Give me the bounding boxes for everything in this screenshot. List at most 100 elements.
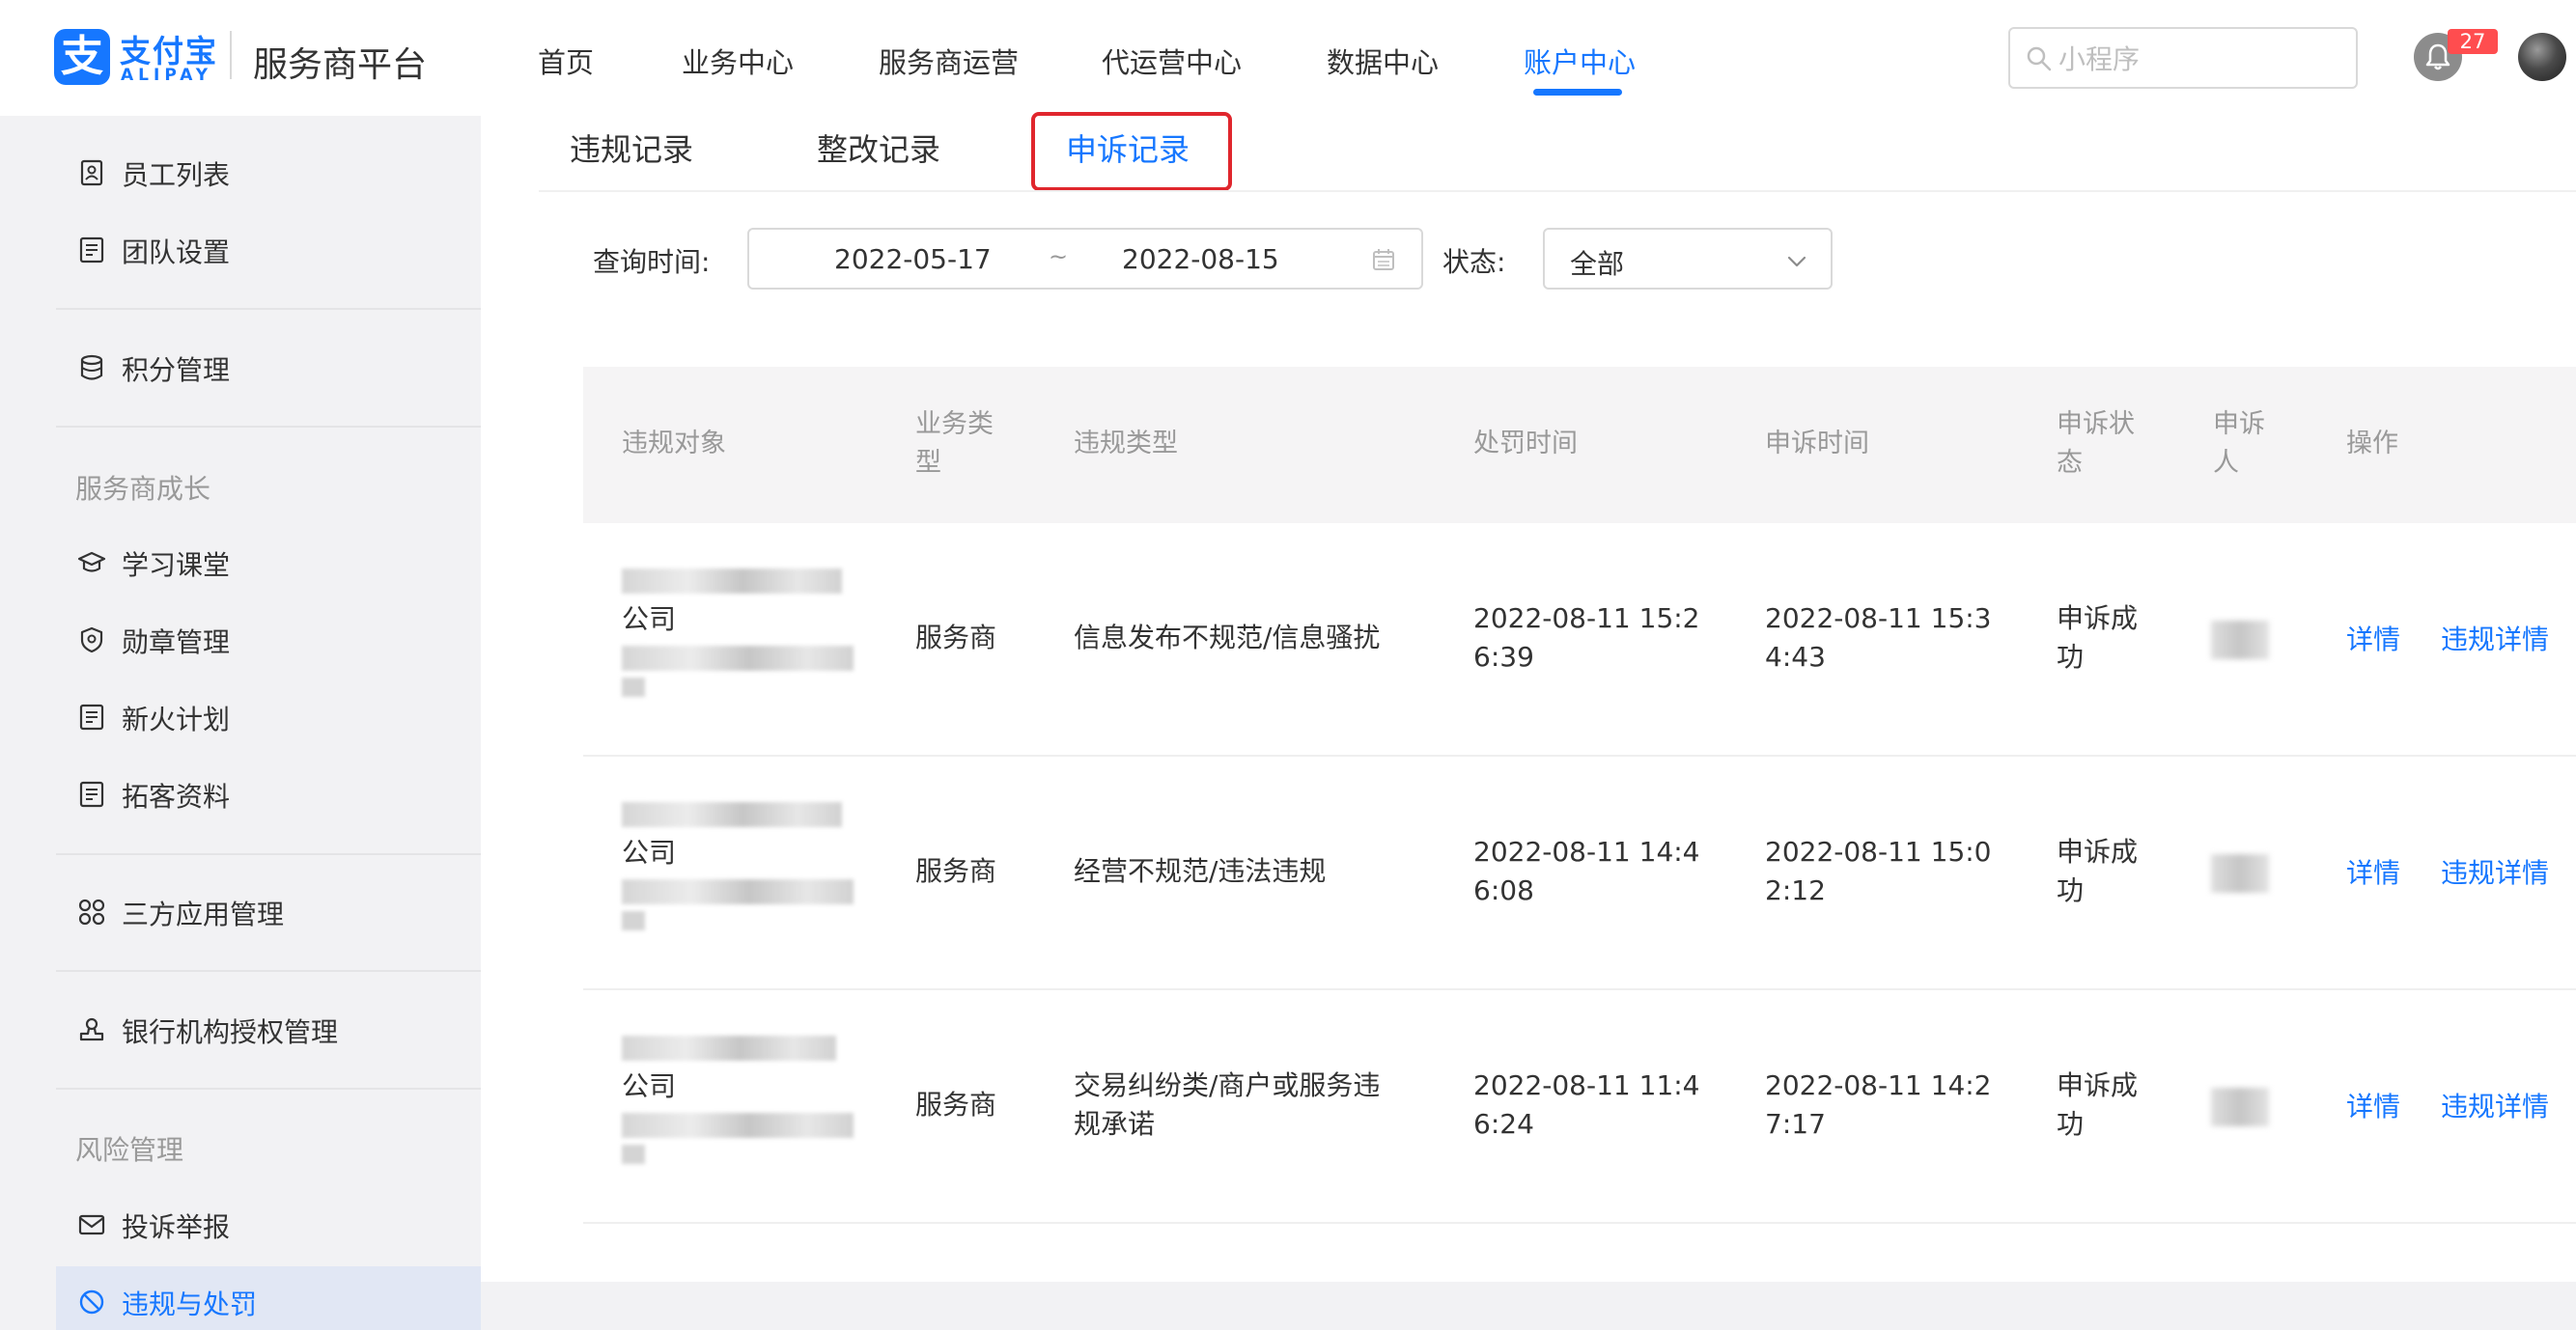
sidebar-item-label: 投诉举报 <box>122 1211 231 1243</box>
cell-appeal-time: 2022-08-11 15:02:12 <box>1765 836 1992 906</box>
query-time-label: 查询时间: <box>593 246 711 278</box>
sidebar-item-label: 拓客资料 <box>122 781 231 813</box>
details-link[interactable]: 详情 <box>2346 1086 2400 1124</box>
column-header-object: 违规对象 <box>622 429 726 458</box>
redacted-text <box>622 568 842 594</box>
date-separator: ~ <box>1049 243 1069 270</box>
date-start-input[interactable]: 2022-05-17 <box>834 243 992 275</box>
graduation-cap-icon <box>77 551 106 572</box>
sidebar-divider <box>56 970 481 972</box>
sidebar-item-label: 团队设置 <box>122 236 231 268</box>
violation-details-link[interactable]: 违规详情 <box>2441 852 2549 891</box>
redacted-text <box>622 911 645 930</box>
sidebar-divider <box>56 1088 481 1090</box>
nav-data-center[interactable]: 数据中心 <box>1327 41 1439 81</box>
sidebar-item-label: 违规与处罚 <box>122 1288 258 1320</box>
chevron-down-icon <box>1787 256 1806 267</box>
sidebar-group-risk: 风险管理 <box>75 1134 184 1166</box>
status-label: 状态: <box>1442 246 1506 278</box>
details-link[interactable]: 详情 <box>2346 852 2400 891</box>
column-header-appeal-time: 申诉时间 <box>1765 429 1869 458</box>
cell-business-type: 服务商 <box>915 855 997 887</box>
redacted-text <box>622 802 842 827</box>
document-icon <box>79 236 104 263</box>
sidebar-item-label: 员工列表 <box>122 159 231 191</box>
column-header-penalty-time: 处罚时间 <box>1473 429 1578 458</box>
tab-highlight-box <box>1031 112 1232 191</box>
status-select-value: 全部 <box>1570 248 1625 280</box>
cell-appeal-status: 申诉成功 <box>2057 1069 2139 1140</box>
redacted-text <box>622 879 854 904</box>
mail-icon <box>78 1214 105 1235</box>
cell-appeal-time: 2022-08-11 14:27:17 <box>1765 1069 1992 1140</box>
date-end-input[interactable]: 2022-08-15 <box>1122 243 1279 275</box>
search-input[interactable] <box>2058 41 2348 77</box>
calendar-icon <box>1373 249 1394 270</box>
cell-business-type: 服务商 <box>915 622 997 653</box>
cell-appellant-redacted <box>2211 1088 2269 1126</box>
cell-penalty-time: 2022-08-11 15:26:39 <box>1473 602 1700 673</box>
cell-appeal-status: 申诉成功 <box>2057 836 2139 906</box>
sidebar-item-label: 勋章管理 <box>122 626 231 658</box>
apps-grid-icon <box>78 899 105 926</box>
sidebar-item-label: 学习课堂 <box>122 549 231 581</box>
cell-appellant-redacted <box>2211 621 2269 659</box>
shield-icon <box>80 626 103 653</box>
cell-penalty-time: 2022-08-11 11:46:24 <box>1473 1069 1700 1140</box>
prohibited-icon <box>79 1289 104 1315</box>
nav-provider-operations[interactable]: 服务商运营 <box>879 41 1019 81</box>
row-divider <box>583 1222 2576 1224</box>
alipay-logo-subtext: ALIPAY <box>121 66 213 85</box>
search-box[interactable] <box>2008 27 2358 89</box>
tab-violation-records[interactable]: 违规记录 <box>570 125 693 170</box>
nav-agency-operations[interactable]: 代运营中心 <box>1102 41 1242 81</box>
redacted-text <box>622 1113 854 1138</box>
sidebar-item-label: 积分管理 <box>122 354 231 386</box>
id-badge-icon <box>80 159 103 186</box>
cell-object-text: 公司 <box>622 1070 677 1102</box>
cell-penalty-time: 2022-08-11 14:46:08 <box>1473 836 1700 906</box>
database-icon <box>80 354 103 380</box>
cell-object-text: 公司 <box>622 603 677 635</box>
cell-violation-object: 公司 <box>622 562 854 701</box>
redacted-text <box>622 1036 836 1061</box>
sidebar <box>0 116 481 1330</box>
sidebar-divider <box>56 426 481 428</box>
violation-details-link[interactable]: 违规详情 <box>2441 619 2549 657</box>
redacted-text <box>622 678 645 697</box>
date-range-picker[interactable]: 2022-05-17 ~ 2022-08-15 <box>747 228 1423 290</box>
notification-badge: 27 <box>2448 29 2498 54</box>
alipay-logo-icon[interactable]: 支 <box>54 29 110 85</box>
redacted-text <box>622 646 854 671</box>
cell-violation-object: 公司 <box>622 1029 854 1168</box>
stamp-icon <box>79 1017 104 1041</box>
sidebar-item-label: 新火计划 <box>122 704 231 735</box>
violation-details-link[interactable]: 违规详情 <box>2441 1086 2549 1124</box>
sidebar-divider <box>56 853 481 855</box>
cell-appeal-status: 申诉成功 <box>2057 602 2139 673</box>
nav-account-center[interactable]: 账户中心 <box>1524 41 1636 81</box>
column-header-appeal-status: 申诉状态 <box>2057 409 2135 478</box>
cell-object-text: 公司 <box>622 837 677 869</box>
cell-appellant-redacted <box>2211 854 2269 893</box>
status-select[interactable]: 全部 <box>1543 228 1833 290</box>
top-bar: 支 支付宝 ALIPAY 服务商平台 首页 业务中心 服务商运营 代运营中心 数… <box>0 0 2576 116</box>
nav-business-center[interactable]: 业务中心 <box>682 41 794 81</box>
document-icon <box>79 704 104 731</box>
cell-appeal-time: 2022-08-11 15:34:43 <box>1765 602 1992 673</box>
tab-rectification-records[interactable]: 整改记录 <box>817 125 940 170</box>
details-link[interactable]: 详情 <box>2346 619 2400 657</box>
platform-title: 服务商平台 <box>253 45 428 85</box>
column-header-business-type: 业务类型 <box>915 409 994 478</box>
cell-violation-type: 信息发布不规范/信息骚扰 <box>1074 622 1381 653</box>
column-header-violation-type: 违规类型 <box>1074 429 1178 458</box>
row-divider <box>583 988 2576 990</box>
tabs-divider <box>539 190 2576 192</box>
cell-violation-type: 交易纠纷类/商户或服务违规承诺 <box>1074 1069 1381 1140</box>
column-header-appellant: 申诉人 <box>2213 409 2265 478</box>
user-avatar[interactable] <box>2518 33 2566 81</box>
nav-home[interactable]: 首页 <box>538 41 594 81</box>
row-divider <box>583 755 2576 757</box>
cell-violation-object: 公司 <box>622 795 854 934</box>
cell-business-type: 服务商 <box>915 1089 997 1121</box>
